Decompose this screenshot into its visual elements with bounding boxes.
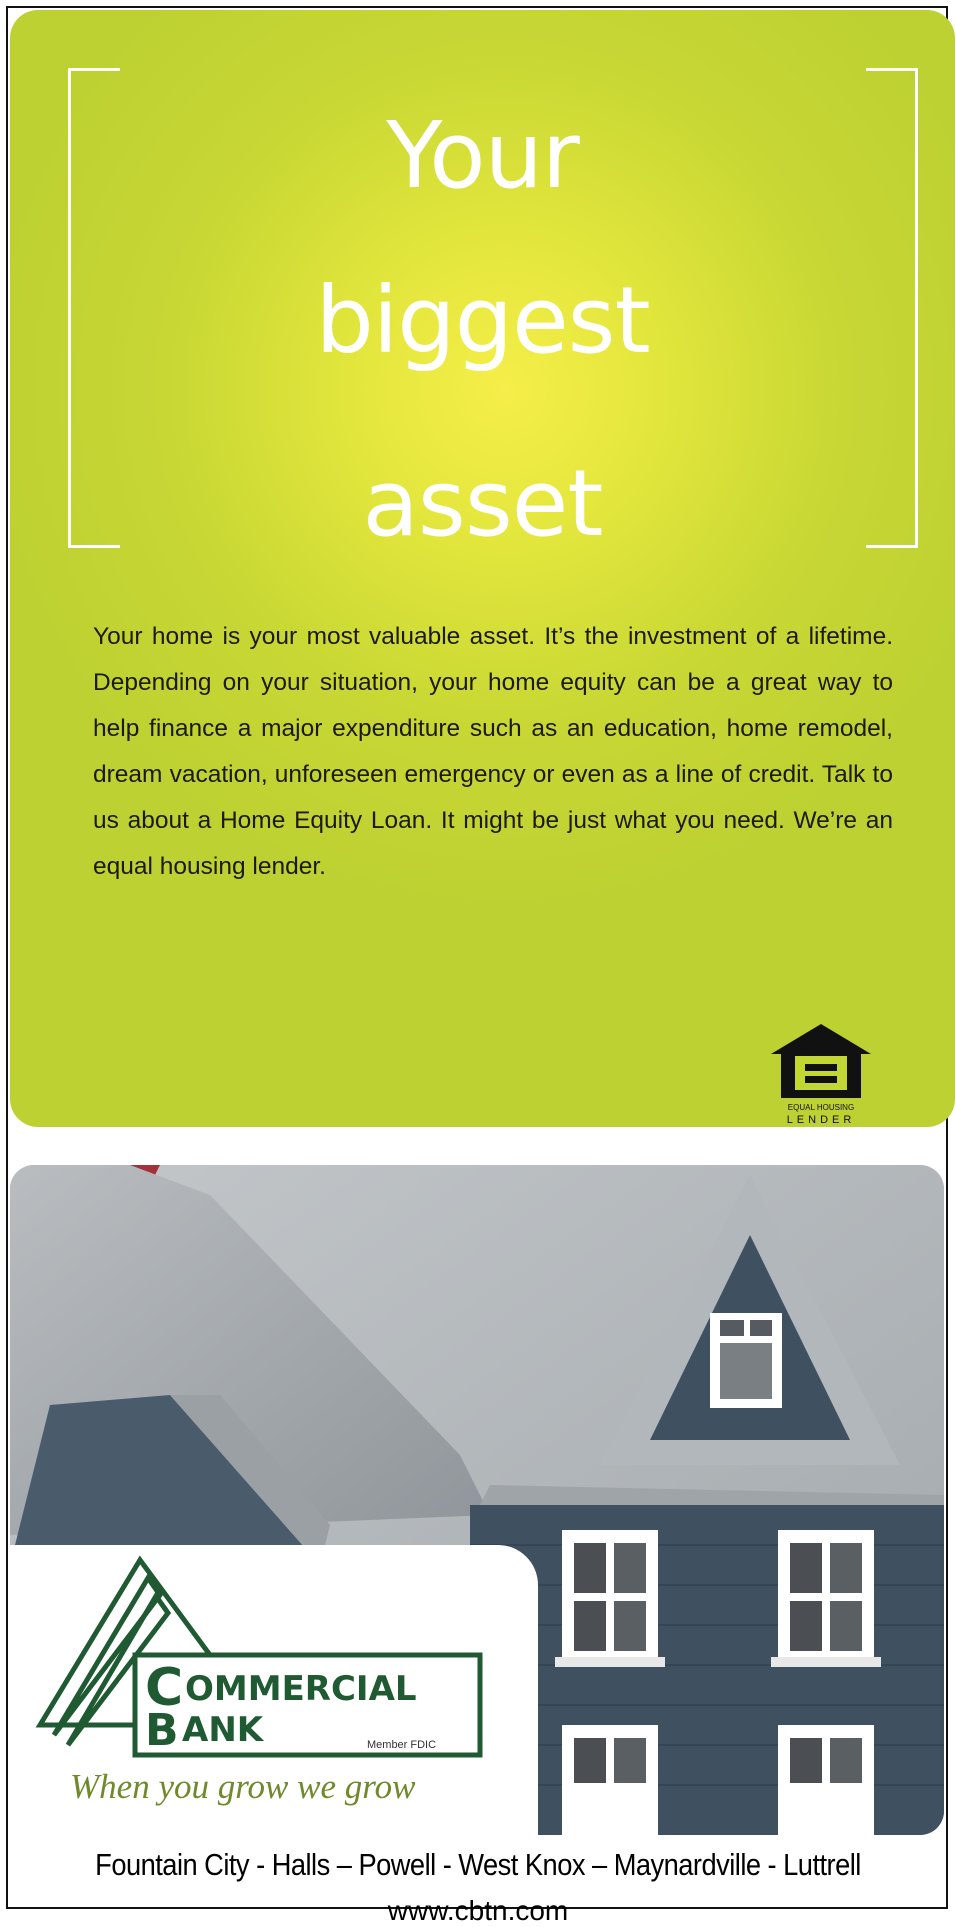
headline-line-2: biggest xyxy=(315,267,650,374)
bank-tagline: When you grow we grow xyxy=(70,1767,416,1806)
body-copy: Your home is your most valuable asset. I… xyxy=(93,623,893,880)
logo-initial-b: B xyxy=(145,1705,179,1756)
headline-line-3: asset xyxy=(362,450,604,557)
website-url[interactable]: www.cbtn.com xyxy=(0,1895,956,1927)
equal-housing-lender-text: LENDER xyxy=(786,1114,856,1126)
equal-housing-house-icon xyxy=(771,1024,871,1098)
logo-name-line-1: OMMERCIAL xyxy=(185,1669,417,1709)
headline-panel: Your biggest asset Your home is your mos… xyxy=(10,10,955,1127)
branch-locations: Fountain City - Halls – Powell - West Kn… xyxy=(95,1847,861,1882)
commercial-bank-logo: C OMMERCIAL B ANK xyxy=(35,1555,483,1758)
equal-housing-small-text: EQUAL HOUSING xyxy=(787,1103,855,1112)
equal-housing-lender-logo: EQUAL HOUSING LENDER xyxy=(767,1022,875,1134)
logo-name-line-2: ANK xyxy=(182,1710,265,1750)
headline-line-1: Your xyxy=(386,102,579,209)
member-fdic: Member FDIC xyxy=(367,1739,437,1751)
